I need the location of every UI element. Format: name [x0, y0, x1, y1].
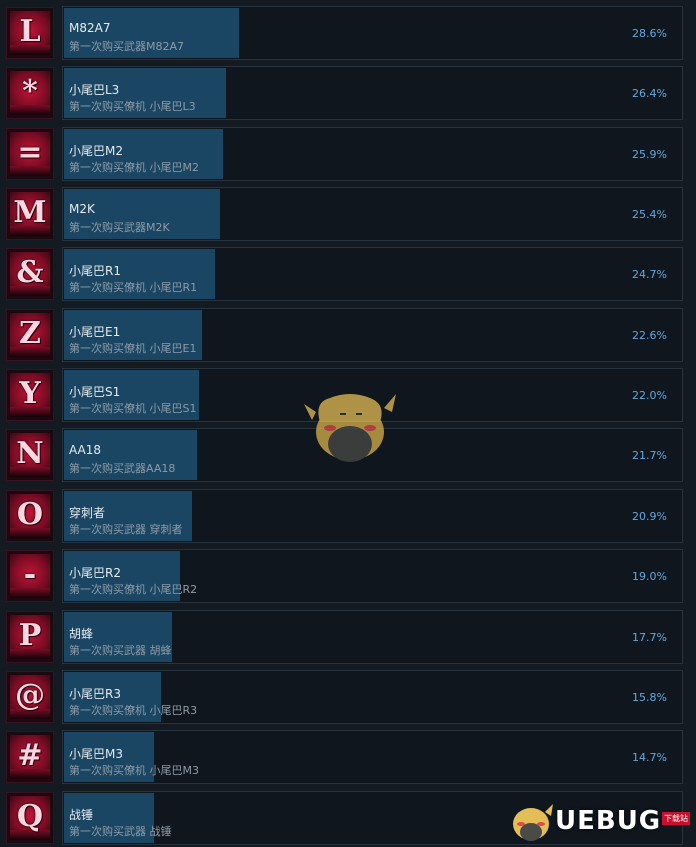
chick-logo-icon [513, 804, 553, 841]
unlock-percent: 20.9% [632, 509, 667, 523]
achievement-icon: Q [6, 791, 54, 844]
achievement-row[interactable]: - 小尾巴R2 第一次购买僚机 小尾巴R2 19.0% [0, 549, 696, 605]
achievement-row[interactable]: # 小尾巴M3 第一次购买僚机 小尾巴M3 14.7% [0, 730, 696, 786]
achievement-name: 小尾巴M3 [69, 747, 123, 762]
achievement-name: AA18 [69, 443, 102, 458]
achievement-row[interactable]: = 小尾巴M2 第一次购买僚机 小尾巴M2 25.9% [0, 126, 696, 183]
achievement-progress-panel: 小尾巴R2 第一次购买僚机 小尾巴R2 19.0% [62, 549, 683, 604]
achievement-description: 第一次购买僚机 小尾巴S1 [69, 402, 197, 416]
icon-glyph: L [19, 14, 41, 49]
achievement-icon: = [6, 127, 54, 180]
achievement-name: 小尾巴S1 [69, 385, 121, 400]
achievement-progress-panel: 小尾巴E1 第一次购买僚机 小尾巴E1 22.6% [62, 307, 683, 362]
achievement-progress-panel: 小尾巴L3 第一次购买僚机 小尾巴L3 26.4% [62, 66, 683, 121]
achievement-progress-panel: 小尾巴R3 第一次购买僚机 小尾巴R3 15.8% [62, 669, 683, 724]
achievement-description: 第一次购买僚机 小尾巴R1 [69, 281, 198, 295]
achievement-progress-panel: M2K 第一次购买武器M2K 25.4% [62, 187, 683, 242]
achievement-name: 小尾巴R3 [69, 686, 121, 701]
achievement-name: 小尾巴R1 [69, 264, 121, 279]
achievement-description: 第一次购买僚机 小尾巴E1 [69, 341, 197, 355]
achievement-icon: Y [6, 369, 54, 422]
achievement-row[interactable]: M M2K 第一次购买武器M2K 25.4% [0, 187, 696, 243]
icon-glyph: M [13, 195, 47, 231]
achievement-name: M82A7 [69, 21, 111, 35]
icon-glyph: & [16, 255, 44, 291]
unlock-percent: 24.7% [632, 268, 667, 282]
achievement-progress-panel: 小尾巴M3 第一次购买僚机 小尾巴M3 14.7% [62, 730, 683, 785]
achievement-name: 胡蜂 [69, 626, 94, 641]
achievement-description: 第一次购买僚机 小尾巴R3 [69, 703, 198, 717]
achievement-name: 穿刺者 [69, 505, 106, 520]
achievement-progress-panel: 小尾巴M2 第一次购买僚机 小尾巴M2 25.9% [62, 126, 683, 181]
icon-glyph: = [17, 134, 43, 170]
achievement-description: 第一次购买僚机 小尾巴M3 [69, 764, 199, 778]
unlock-percent: 22.0% [632, 389, 667, 403]
chick-mascot-watermark [304, 394, 396, 462]
icon-glyph: - [23, 557, 37, 593]
unlock-percent: 15.8% [632, 690, 667, 704]
achievement-description: 第一次购买僚机 小尾巴L3 [69, 100, 196, 114]
achievement-description: 第一次购买武器 胡蜂 [69, 643, 172, 657]
achievement-name: 小尾巴L3 [69, 83, 120, 98]
icon-glyph: Y [19, 376, 41, 412]
icon-glyph: # [17, 738, 43, 774]
unlock-percent: 17.7% [632, 630, 667, 644]
achievement-description: 第一次购买武器M2K [69, 221, 170, 235]
achievement-name: 小尾巴R2 [69, 566, 121, 581]
icon-glyph: Z [19, 315, 41, 351]
achievement-name: 小尾巴E1 [69, 324, 121, 339]
icon-glyph: * [22, 74, 38, 110]
achievement-progress-panel: M82A7 第一次购买武器M82A7 28.6% [62, 6, 683, 60]
unlock-percent: 25.4% [632, 208, 667, 222]
achievement-icon: @ [6, 670, 54, 723]
icon-glyph: O [16, 496, 44, 532]
achievement-icon: Z [6, 308, 54, 361]
achievement-progress-panel: 胡蜂第一次购买武器 胡蜂 17.7% [62, 609, 683, 664]
achievement-icon: # [6, 731, 54, 784]
icon-glyph: N [16, 436, 44, 472]
achievement-description: 第一次购买僚机 小尾巴R2 [69, 583, 198, 597]
achievement-description: 第一次购买武器AA18 [69, 462, 176, 476]
achievement-icon: P [6, 610, 54, 663]
achievement-name: 小尾巴M2 [69, 143, 123, 158]
achievement-icon: * [6, 67, 54, 120]
achievement-icon: N [6, 429, 54, 482]
unlock-percent: 19.0% [632, 570, 667, 584]
achievement-progress-panel: 穿刺者第一次购买武器 穿刺者 20.9% [62, 488, 683, 543]
achievement-row[interactable]: L M82A7 第一次购买武器M82A7 28.6% [0, 6, 696, 62]
achievement-name: 战锤 [69, 807, 94, 822]
achievement-description: 第一次购买武器M82A7 [69, 40, 185, 53]
achievement-row[interactable]: @ 小尾巴R3 第一次购买僚机 小尾巴R3 15.8% [0, 669, 696, 726]
unlock-percent: 26.4% [632, 87, 667, 101]
icon-glyph: P [18, 617, 42, 653]
achievement-row[interactable]: & 小尾巴R1 第一次购买僚机 小尾巴R1 24.7% [0, 247, 696, 303]
achievement-icon: & [6, 248, 54, 301]
logo-badge: 下载站 [662, 812, 690, 825]
achievement-description: 第一次购买僚机 小尾巴M2 [69, 160, 199, 174]
unlock-percent: 21.7% [632, 449, 667, 463]
achievement-icon: O [6, 489, 54, 542]
achievement-row[interactable]: Z 小尾巴E1 第一次购买僚机 小尾巴E1 22.6% [0, 307, 696, 364]
achievement-icon: - [6, 550, 54, 603]
icon-glyph: Q [16, 798, 44, 834]
achievement-icon: L [6, 7, 54, 59]
unlock-percent: 14.7% [632, 751, 667, 765]
achievement-icon: M [6, 188, 54, 241]
achievement-row[interactable]: * 小尾巴L3 第一次购买僚机 小尾巴L3 26.4% [0, 66, 696, 122]
unlock-percent: 28.6% [632, 27, 667, 40]
unlock-percent: 25.9% [632, 147, 667, 161]
site-logo-watermark: UEBUG 下载站 [505, 796, 696, 846]
logo-text: UEBUG [555, 806, 662, 836]
achievement-description: 第一次购买武器 穿刺者 [69, 522, 183, 536]
achievement-row[interactable]: P 胡蜂第一次购买武器 胡蜂 17.7% [0, 609, 696, 666]
unlock-percent: 22.6% [632, 328, 667, 342]
achievement-description: 第一次购买武器 战锤 [69, 824, 172, 838]
icon-glyph: @ [15, 677, 45, 713]
achievement-progress-panel: 小尾巴R1 第一次购买僚机 小尾巴R1 24.7% [62, 247, 683, 302]
achievement-name: M2K [69, 202, 95, 217]
achievement-row[interactable]: O 穿刺者第一次购买武器 穿刺者 20.9% [0, 488, 696, 545]
